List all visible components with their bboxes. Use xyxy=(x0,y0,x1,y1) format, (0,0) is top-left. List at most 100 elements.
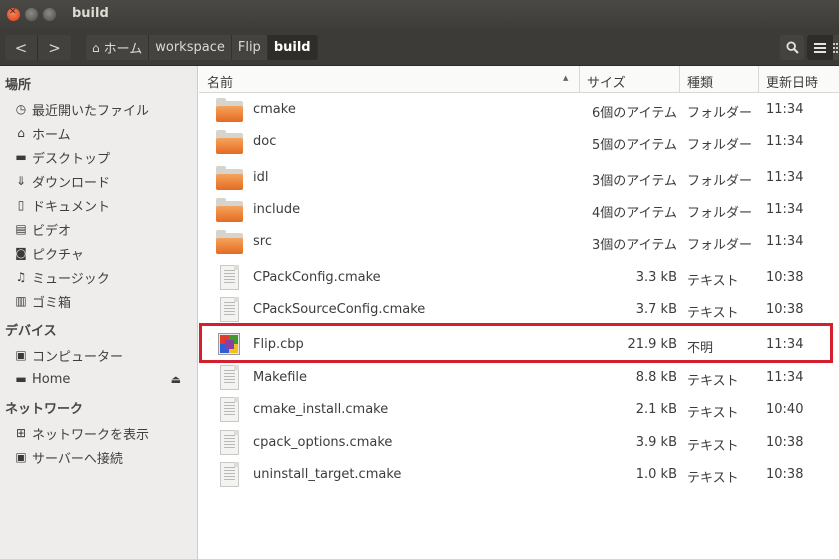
window-title: build xyxy=(72,6,109,21)
network-icon: ⊞ xyxy=(15,426,27,440)
sidebar-item-label: ホーム xyxy=(32,127,71,143)
list-item[interactable]: Flip.cbp 21.9 kB 不明 11:34 xyxy=(199,329,839,361)
breadcrumb-build[interactable]: build xyxy=(267,35,318,60)
sidebar-item-home-drive[interactable]: ▬ Home ⏏ xyxy=(5,368,193,390)
sidebar-item-documents[interactable]: ▯ ドキュメント xyxy=(5,194,193,216)
text-file-icon xyxy=(220,462,239,487)
list-item[interactable]: cmake_install.cmake 2.1 kB テキスト 10:40 xyxy=(199,394,839,426)
sidebar-item-desktop[interactable]: ▬ デスクトップ xyxy=(5,146,193,168)
document-icon: ▯ xyxy=(17,198,25,212)
text-file-icon xyxy=(220,397,239,422)
home-icon: ⌂ xyxy=(92,40,100,55)
file-time: 11:34 xyxy=(766,134,804,149)
file-size: 4個のアイテム xyxy=(592,206,677,221)
drive-icon: ▬ xyxy=(15,372,27,386)
list-item[interactable]: src 3個のアイテム フォルダー 11:34 xyxy=(199,226,839,258)
file-name: cmake xyxy=(253,102,296,117)
trash-icon: ▥ xyxy=(15,294,27,308)
sidebar-item-computer[interactable]: ▣ コンピューター xyxy=(5,344,193,366)
close-window-button[interactable] xyxy=(7,7,20,21)
file-kind: フォルダー xyxy=(687,138,753,153)
file-name: include xyxy=(253,202,301,217)
file-time: 11:34 xyxy=(766,170,804,185)
file-size: 8.8 kB xyxy=(635,370,677,385)
list-item[interactable]: cpack_options.cmake 3.9 kB テキスト 10:38 xyxy=(199,427,839,459)
sidebar-item-label: ピクチャ xyxy=(32,247,84,263)
sidebar-item-label: ミュージック xyxy=(32,271,110,287)
file-name: cmake_install.cmake xyxy=(253,402,389,417)
list-item[interactable]: CPackSourceConfig.cmake 3.7 kB テキスト 10:3… xyxy=(199,294,839,326)
forward-button[interactable]: > xyxy=(38,35,71,60)
list-item[interactable]: doc 5個のアイテム フォルダー 11:34 xyxy=(199,126,839,158)
column-modified[interactable]: 更新日時 xyxy=(766,72,818,91)
search-button[interactable] xyxy=(780,35,804,60)
file-kind: テキスト xyxy=(687,471,739,486)
file-size: 3個のアイテム xyxy=(592,174,677,189)
breadcrumb-home[interactable]: ⌂ ホーム xyxy=(86,35,150,60)
file-name: Makefile xyxy=(253,370,308,385)
list-item[interactable]: idl 3個のアイテム フォルダー 11:34 xyxy=(199,162,839,194)
minimize-window-button[interactable] xyxy=(25,8,38,21)
column-size[interactable]: サイズ xyxy=(587,72,626,91)
column-header: 名前 ▲ サイズ 種類 更新日時 xyxy=(199,66,839,93)
list-view-button[interactable] xyxy=(807,35,833,60)
file-time: 11:34 xyxy=(766,337,804,352)
file-kind: フォルダー xyxy=(687,238,753,253)
back-button[interactable]: < xyxy=(5,35,38,60)
file-size: 3個のアイテム xyxy=(592,238,677,253)
sidebar-item-label: ネットワークを表示 xyxy=(32,427,150,443)
column-name[interactable]: 名前 xyxy=(207,72,233,91)
devices-header: デバイス xyxy=(5,324,57,339)
folder-icon xyxy=(216,198,243,222)
sidebar-item-label: サーバーへ接続 xyxy=(32,451,123,467)
file-time: 10:40 xyxy=(766,402,804,417)
sidebar-item-pictures[interactable]: ◙ ピクチャ xyxy=(5,242,193,264)
sidebar-item-videos[interactable]: ▤ ビデオ xyxy=(5,218,193,240)
file-kind: 不明 xyxy=(687,341,714,356)
maximize-window-button[interactable] xyxy=(43,8,56,21)
file-name: CPackConfig.cmake xyxy=(253,270,381,285)
file-time: 10:38 xyxy=(766,302,804,317)
grid-view-button[interactable] xyxy=(833,35,839,60)
breadcrumb-workspace[interactable]: workspace xyxy=(149,35,232,60)
sidebar-item-connect-server[interactable]: ▣ サーバーへ接続 xyxy=(5,446,193,468)
file-size: 1.0 kB xyxy=(635,467,677,482)
sidebar-item-browse-network[interactable]: ⊞ ネットワークを表示 xyxy=(5,422,193,444)
folder-icon xyxy=(216,130,243,154)
list-item[interactable]: uninstall_target.cmake 1.0 kB テキスト 10:38 xyxy=(199,459,839,491)
file-size: 3.7 kB xyxy=(635,302,677,317)
sidebar-item-music[interactable]: ♫ ミュージック xyxy=(5,266,193,288)
clock-icon: ◷ xyxy=(15,102,27,116)
network-header: ネットワーク xyxy=(5,402,84,417)
server-icon: ▣ xyxy=(15,450,27,464)
sidebar-item-trash[interactable]: ▥ ゴミ箱 xyxy=(5,290,193,312)
sidebar-item-recent[interactable]: ◷ 最近開いたファイル xyxy=(5,98,193,120)
text-file-icon xyxy=(220,430,239,455)
list-item[interactable]: CPackConfig.cmake 3.3 kB テキスト 10:38 xyxy=(199,262,839,294)
column-kind[interactable]: 種類 xyxy=(687,72,713,91)
file-name: cpack_options.cmake xyxy=(253,435,393,450)
list-item[interactable]: include 4個のアイテム フォルダー 11:34 xyxy=(199,194,839,226)
title-bar: build xyxy=(0,0,839,29)
download-icon: ⇓ xyxy=(15,174,27,188)
video-icon: ▤ xyxy=(15,222,27,236)
sidebar-item-label: Home xyxy=(32,371,71,387)
column-separator xyxy=(579,66,580,93)
breadcrumb-flip[interactable]: Flip xyxy=(231,35,268,60)
search-icon xyxy=(785,41,799,54)
text-file-icon xyxy=(220,265,239,290)
list-item[interactable]: Makefile 8.8 kB テキスト 11:34 xyxy=(199,362,839,394)
home-icon: ⌂ xyxy=(17,126,25,140)
eject-icon[interactable]: ⏏ xyxy=(171,373,181,386)
file-kind: テキスト xyxy=(687,274,739,289)
desktop-icon: ▬ xyxy=(15,150,27,164)
sidebar-item-home[interactable]: ⌂ ホーム xyxy=(5,122,193,144)
sidebar-item-downloads[interactable]: ⇓ ダウンロード xyxy=(5,170,193,192)
file-name: Flip.cbp xyxy=(253,337,304,352)
sort-ascending-icon: ▲ xyxy=(563,74,569,82)
file-time: 10:38 xyxy=(766,270,804,285)
grid-view-icon xyxy=(833,42,838,53)
text-file-icon xyxy=(220,297,239,322)
sidebar-item-label: ダウンロード xyxy=(32,175,111,191)
list-item[interactable]: cmake 6個のアイテム フォルダー 11:34 xyxy=(199,94,839,126)
